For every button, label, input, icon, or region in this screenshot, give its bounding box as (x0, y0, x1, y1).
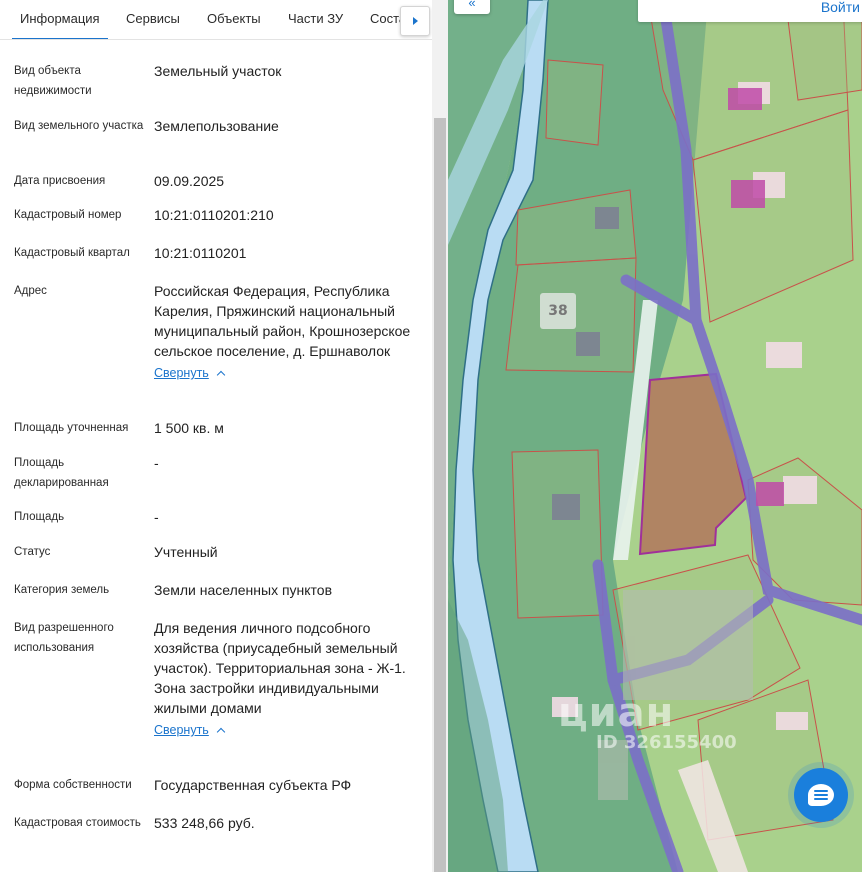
field-label: Вид земельного участка (14, 120, 144, 132)
field-value: - (154, 509, 159, 525)
field-label: Кадастровый квартал (14, 247, 130, 259)
field-label: Вид разрешенного использования (14, 622, 114, 654)
watermark-id: ID 326155400 (596, 732, 737, 753)
tabs-scroll-right-button[interactable] (400, 6, 430, 36)
field-label: Дата присвоения (14, 175, 106, 187)
tab-objects[interactable]: Объекты (207, 0, 261, 39)
cadastral-cost-value: 533 248,66 руб. (154, 815, 255, 831)
scrollbar-thumb[interactable] (434, 118, 446, 872)
address-text: Российская Федерация, Республика Карелия… (154, 283, 411, 359)
usage-text: Для ведения личного подсобного хозяйства… (154, 620, 406, 716)
usage-value: Для ведения личного подсобного хозяйства… (154, 618, 424, 740)
field-label: Адрес (14, 285, 47, 297)
chevron-up-icon[interactable] (216, 370, 226, 380)
watermark-logo: циан (558, 690, 675, 736)
field-value: Земельный участок (154, 63, 282, 79)
tab-services[interactable]: Сервисы (126, 0, 180, 39)
field-value: 09.09.2025 (154, 173, 225, 189)
chat-bubble-icon (808, 784, 834, 806)
field-value: Землепользование (154, 118, 279, 134)
plot-number-label: 38 (540, 293, 576, 329)
address-collapse-link[interactable]: Свернуть (154, 363, 209, 383)
field-label: Вид объекта недвижимости (14, 65, 92, 97)
address-value: Российская Федерация, Республика Карелия… (154, 281, 424, 383)
map-view[interactable]: « Войти 38 циан ID 326155400 (448, 0, 862, 872)
field-label: Площадь уточненная (14, 422, 129, 434)
field-label: Площадь декларированная (14, 457, 109, 489)
panel-scrollbar[interactable] (432, 0, 448, 872)
tab-info[interactable]: Информация (12, 0, 108, 39)
map-collapse-button[interactable]: « (454, 0, 490, 14)
info-panel: Информация Сервисы Объекты Части ЗУ Сост… (0, 0, 448, 872)
field-value: - (154, 455, 159, 471)
usage-collapse-link[interactable]: Свернуть (154, 720, 209, 740)
field-label: Площадь (14, 511, 65, 523)
cadastral-number: 10:21:0110201:210 (154, 207, 274, 223)
area-value: 1 500 кв. м (154, 420, 224, 436)
chevron-right-icon (412, 17, 418, 25)
field-label: Кадастровая стоимость (14, 817, 141, 829)
field-label: Кадастровый номер (14, 209, 122, 221)
status-value: Учтенный (154, 544, 218, 560)
field-value: Государственная субъекта РФ (154, 777, 352, 793)
chat-button[interactable] (794, 768, 848, 822)
tabs-bar: Информация Сервисы Объекты Части ЗУ Сост… (0, 0, 432, 40)
watermark: циан ID 326155400 (558, 690, 737, 753)
field-value: 10:21:0110201 (154, 245, 247, 261)
field-label: Статус (14, 546, 51, 558)
login-box: Войти (638, 0, 862, 22)
login-link[interactable]: Войти (821, 0, 860, 15)
field-label: Категория земель (14, 584, 110, 596)
tab-parts[interactable]: Части ЗУ (288, 0, 343, 39)
chevron-up-icon[interactable] (216, 727, 226, 737)
double-chevron-left-icon: « (468, 0, 476, 10)
field-label: Форма собственности (14, 779, 132, 791)
field-value: Земли населенных пунктов (154, 582, 333, 598)
